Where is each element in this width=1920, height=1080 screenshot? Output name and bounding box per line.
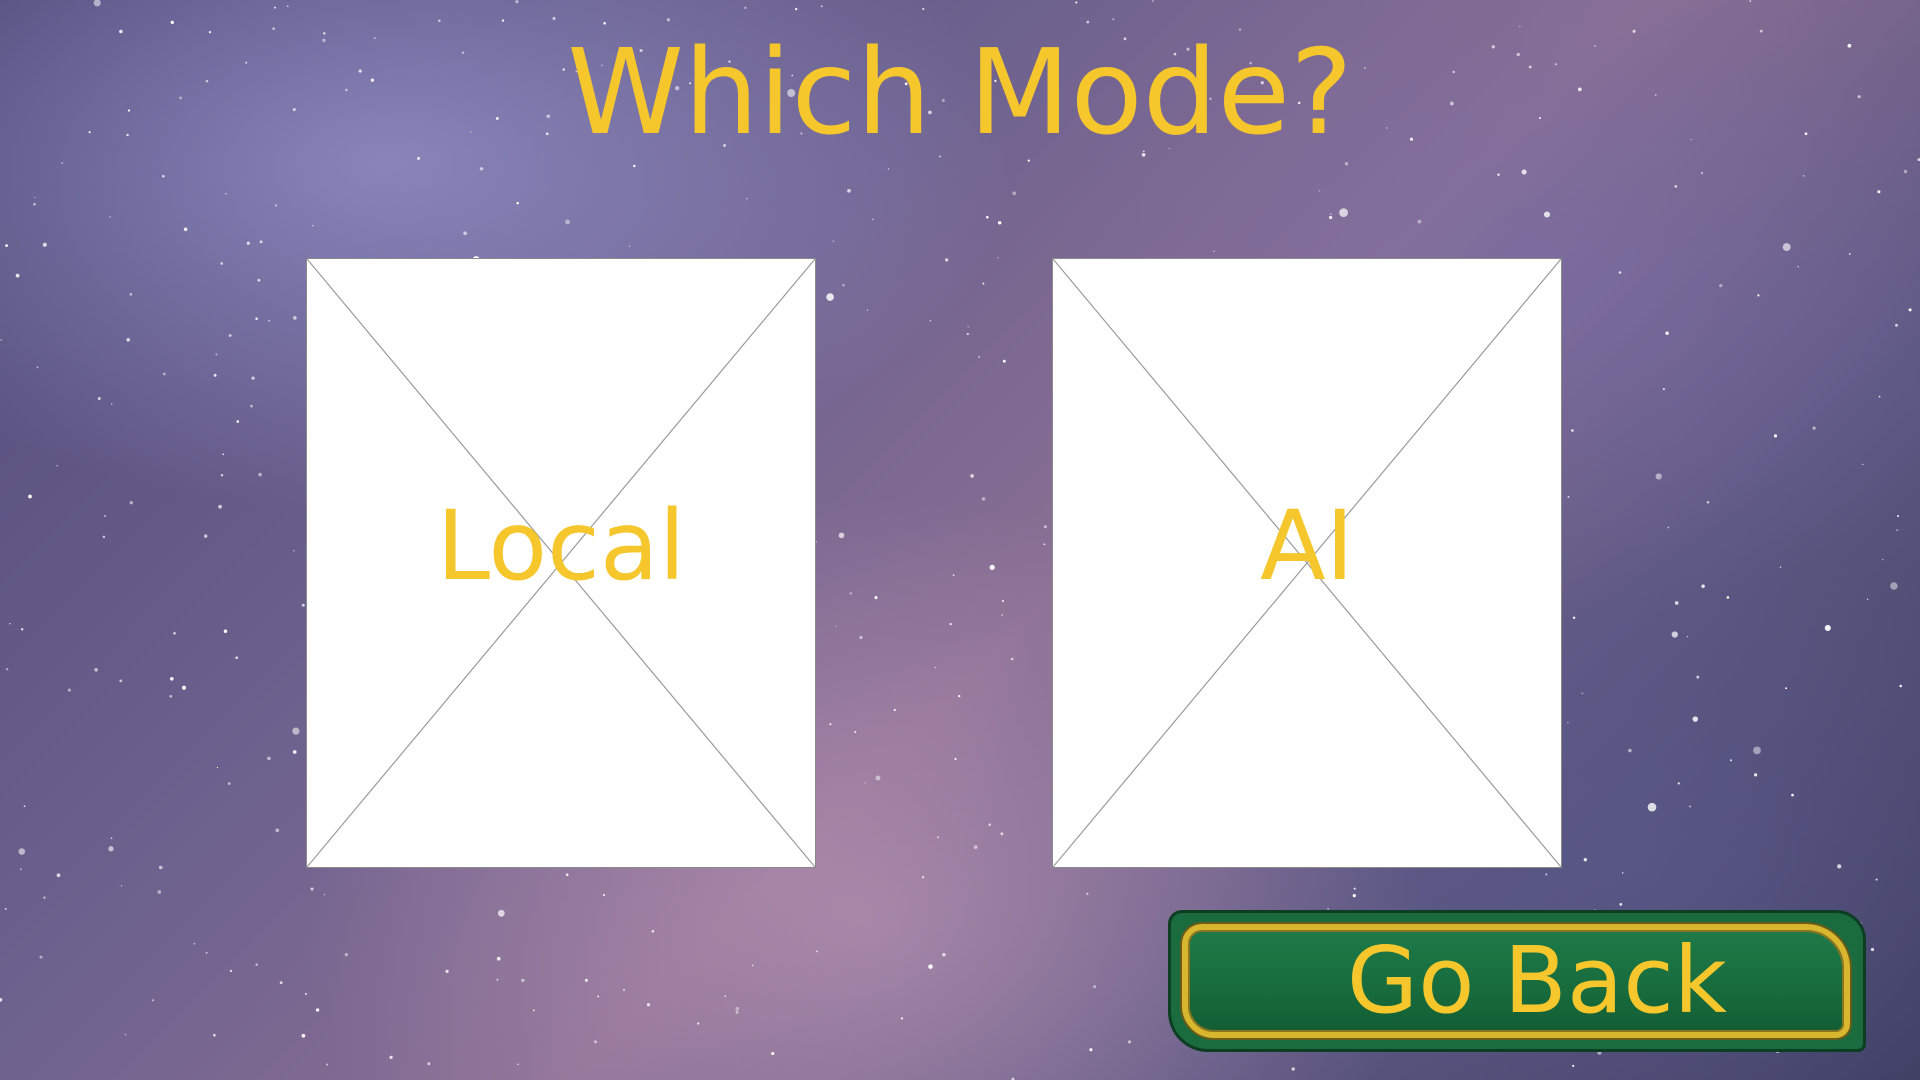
go-back-button[interactable]: Go Back bbox=[1168, 910, 1866, 1052]
page-title: Which Mode? bbox=[567, 23, 1353, 161]
go-back-label: Go Back bbox=[1346, 927, 1728, 1034]
ai-mode-label: AI bbox=[1260, 490, 1354, 602]
local-mode-label: Local bbox=[436, 490, 686, 602]
ai-mode-button[interactable]: AI bbox=[1052, 258, 1562, 868]
local-mode-button[interactable]: Local bbox=[306, 258, 816, 868]
